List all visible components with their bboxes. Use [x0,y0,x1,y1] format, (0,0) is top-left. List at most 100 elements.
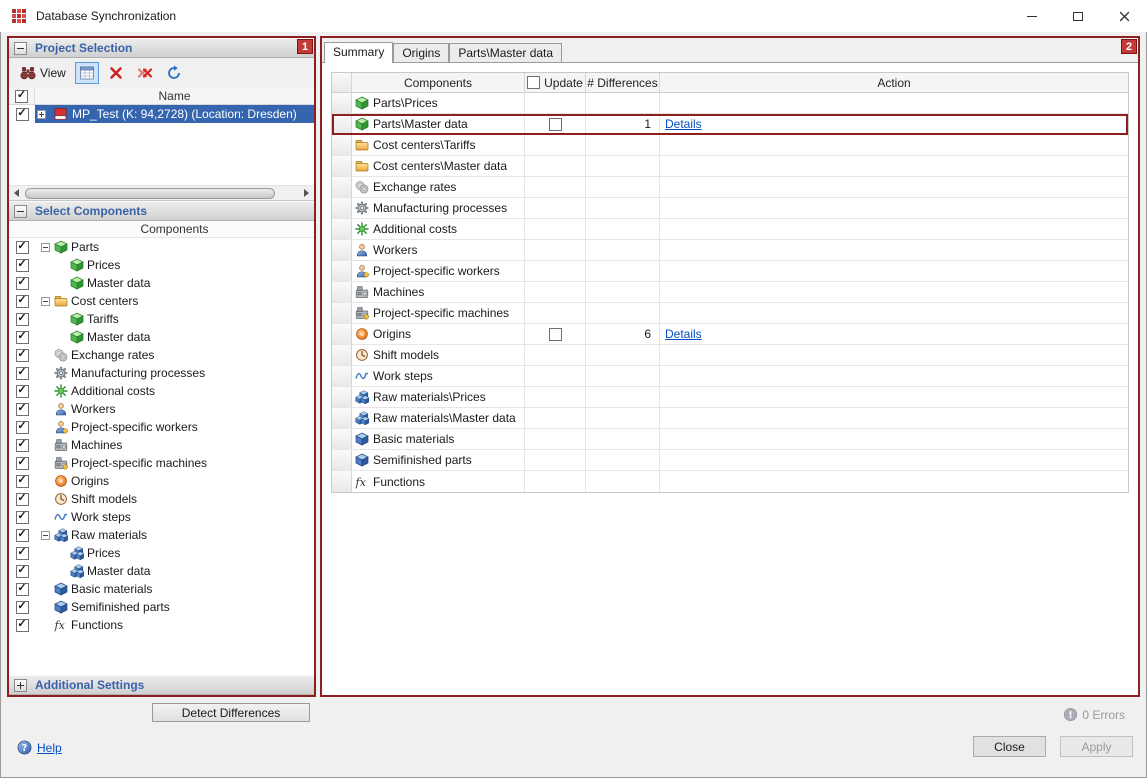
update-header[interactable]: Update [525,73,586,92]
component-checkbox[interactable] [16,439,29,452]
component-item-project-specific-machines[interactable]: Project-specific machines [9,454,314,472]
help-link[interactable]: Help [17,740,62,755]
name-column-header[interactable]: Name [35,88,314,104]
component-item-semifinished-parts[interactable]: Semifinished parts [9,598,314,616]
view-button[interactable]: View [16,62,70,84]
horizontal-scrollbar[interactable] [9,185,314,200]
component-item-shift-models[interactable]: Shift models [9,490,314,508]
differences-header[interactable]: # Differences [586,73,660,92]
component-item-project-specific-workers[interactable]: Project-specific workers [9,418,314,436]
apply-button[interactable]: Apply [1060,736,1133,757]
summary-row-semifinished-parts[interactable]: Semifinished parts [332,450,1128,471]
component-checkbox[interactable] [16,529,29,542]
component-item-work-steps[interactable]: Work steps [9,508,314,526]
component-checkbox[interactable] [16,367,29,380]
component-checkbox[interactable] [16,511,29,524]
component-checkbox[interactable] [16,583,29,596]
close-button[interactable]: Close [973,736,1046,757]
component-checkbox[interactable] [16,331,29,344]
summary-row-machines[interactable]: Machines [332,282,1128,303]
summary-row-additional-costs[interactable]: Additional costs [332,219,1128,240]
component-item-master-data[interactable]: Master data [9,328,314,346]
component-checkbox[interactable] [16,349,29,362]
component-checkbox[interactable] [16,601,29,614]
component-checkbox[interactable] [16,403,29,416]
tree-expander[interactable] [41,531,50,540]
select-projects-button[interactable] [75,62,99,84]
details-link[interactable]: Details [665,327,702,341]
maximize-button[interactable] [1055,0,1101,32]
details-link[interactable]: Details [665,117,702,131]
component-checkbox[interactable] [16,313,29,326]
component-item-cost-centers[interactable]: Cost centers [9,292,314,310]
component-item-origins[interactable]: Origins [9,472,314,490]
component-item-additional-costs[interactable]: Additional costs [9,382,314,400]
summary-row-exchange-rates[interactable]: Exchange rates [332,177,1128,198]
summary-row-parts-master-data[interactable]: Parts\Master data1Details [332,114,1128,135]
component-item-exchange-rates[interactable]: Exchange rates [9,346,314,364]
summary-row-raw-materials-master-data[interactable]: Raw materials\Master data [332,408,1128,429]
tab-summary[interactable]: Summary [324,42,393,63]
component-item-tariffs[interactable]: Tariffs [9,310,314,328]
action-header[interactable]: Action [660,73,1128,92]
summary-row-origins[interactable]: Origins6Details [332,324,1128,345]
component-item-machines[interactable]: Machines [9,436,314,454]
component-item-master-data[interactable]: Master data [9,562,314,580]
component-checkbox[interactable] [16,457,29,470]
component-checkbox[interactable] [16,385,29,398]
expand-project-button[interactable] [37,110,46,119]
component-checkbox[interactable] [16,475,29,488]
component-item-functions[interactable]: Functions [9,616,314,634]
project-checkbox[interactable] [16,108,29,121]
project-row[interactable]: MP_Test (K: 94,2728) (Location: Dresden) [9,105,314,123]
tab-parts-master-data[interactable]: Parts\Master data [449,43,562,62]
collapse-select-components-button[interactable] [14,205,27,218]
component-checkbox[interactable] [16,277,29,290]
scroll-left-button[interactable] [9,186,24,201]
summary-row-manufacturing-processes[interactable]: Manufacturing processes [332,198,1128,219]
scrollbar-thumb[interactable] [25,188,275,199]
remove-selection-button[interactable] [104,62,128,84]
summary-row-parts-prices[interactable]: Parts\Prices [332,93,1128,114]
scrollbar-track[interactable] [24,186,299,201]
component-item-basic-materials[interactable]: Basic materials [9,580,314,598]
update-all-checkbox[interactable] [527,76,540,89]
component-item-raw-materials[interactable]: Raw materials [9,526,314,544]
summary-row-cost-centers-master-data[interactable]: Cost centers\Master data [332,156,1128,177]
remove-all-selections-button[interactable] [133,62,157,84]
component-item-master-data[interactable]: Master data [9,274,314,292]
detect-differences-button[interactable]: Detect Differences [152,703,310,722]
summary-row-functions[interactable]: Functions [332,471,1128,492]
summary-row-work-steps[interactable]: Work steps [332,366,1128,387]
component-checkbox[interactable] [16,493,29,506]
summary-row-basic-materials[interactable]: Basic materials [332,429,1128,450]
collapse-project-selection-button[interactable] [14,42,27,55]
components-header[interactable]: Components [352,73,525,92]
components-column-header[interactable]: Components [9,221,314,238]
scroll-right-button[interactable] [299,186,314,201]
tab-origins[interactable]: Origins [393,43,449,62]
summary-row-shift-models[interactable]: Shift models [332,345,1128,366]
update-checkbox[interactable] [549,328,562,341]
component-checkbox[interactable] [16,565,29,578]
component-checkbox[interactable] [16,295,29,308]
summary-row-project-specific-machines[interactable]: Project-specific machines [332,303,1128,324]
component-item-prices[interactable]: Prices [9,256,314,274]
component-item-prices[interactable]: Prices [9,544,314,562]
expand-additional-settings-button[interactable] [14,679,27,692]
summary-row-cost-centers-tariffs[interactable]: Cost centers\Tariffs [332,135,1128,156]
close-window-button[interactable] [1101,0,1147,32]
update-checkbox[interactable] [549,118,562,131]
refresh-button[interactable] [162,62,186,84]
minimize-button[interactable] [1009,0,1055,32]
tree-expander[interactable] [41,243,50,252]
component-checkbox[interactable] [16,619,29,632]
tree-expander[interactable] [41,297,50,306]
select-all-projects-checkbox[interactable] [15,90,28,103]
component-checkbox[interactable] [16,241,29,254]
component-checkbox[interactable] [16,421,29,434]
summary-row-project-specific-workers[interactable]: Project-specific workers [332,261,1128,282]
component-checkbox[interactable] [16,259,29,272]
summary-row-workers[interactable]: Workers [332,240,1128,261]
summary-row-raw-materials-prices[interactable]: Raw materials\Prices [332,387,1128,408]
